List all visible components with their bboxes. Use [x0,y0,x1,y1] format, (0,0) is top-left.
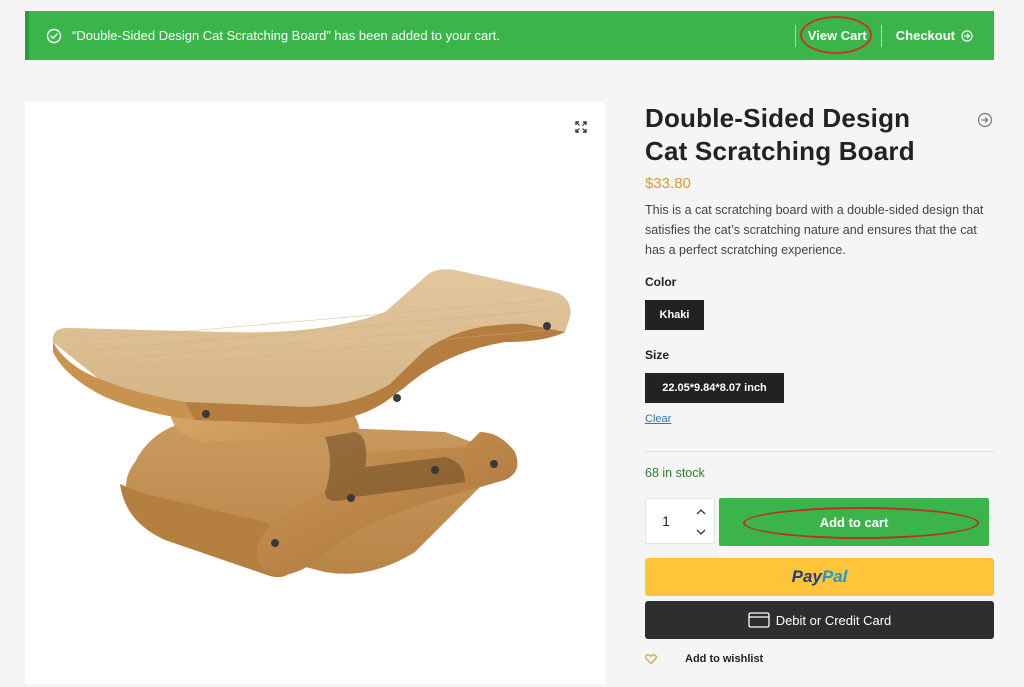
divider [645,451,994,452]
chevron-down-icon [696,529,706,535]
paypal-logo-pal: Pal [821,567,848,586]
wishlist-label: Add to wishlist [685,653,764,665]
product-title: Double-Sided Design Cat Scratching Board [645,103,915,166]
check-circle-icon [46,28,62,43]
notice-actions: View Cart Checkout [794,11,994,60]
quantity-decrease-button[interactable] [692,523,710,541]
quantity-increase-button[interactable] [692,503,710,521]
product-gallery [25,102,605,684]
notice-message: “Double-Sided Design Cat Scratching Boar… [72,28,500,43]
product-image[interactable] [25,102,605,684]
chevron-up-icon [696,509,706,515]
quantity-stepper [645,498,715,544]
clear-variations-link[interactable]: Clear [645,413,671,425]
stock-status: 68 in stock [645,466,705,480]
heart-icon [645,654,657,665]
product-description: This is a cat scratching board with a do… [645,203,984,257]
debit-credit-card-button[interactable]: Debit or Credit Card [645,601,994,639]
view-cart-link[interactable]: View Cart [796,16,881,54]
arrow-right-circle-icon [961,29,973,42]
color-swatch-khaki[interactable]: Khaki [645,300,704,330]
add-to-wishlist-link[interactable]: Add to wishlist [645,653,763,665]
size-swatch[interactable]: 22.05*9.84*8.07 inch [645,373,784,403]
share-icon[interactable] [977,112,993,128]
annotation-circle [799,16,872,54]
add-to-cart-button[interactable]: Add to cart [719,498,989,546]
product-price: $33.80 [645,175,691,192]
product-summary: Double-Sided Design Cat Scratching Board… [645,102,995,665]
annotation-circle [743,507,979,539]
credit-card-icon [748,612,770,628]
size-label: Size [645,348,670,362]
card-button-label: Debit or Credit Card [775,612,892,628]
cart-notice: “Double-Sided Design Cat Scratching Boar… [25,11,994,60]
checkout-link[interactable]: Checkout [882,28,994,43]
color-label: Color [645,275,677,289]
quantity-input[interactable] [646,499,686,543]
paypal-button[interactable]: Pay Pal [645,558,994,596]
paypal-logo-pay: Pay [791,567,822,586]
checkout-label: Checkout [895,28,955,43]
